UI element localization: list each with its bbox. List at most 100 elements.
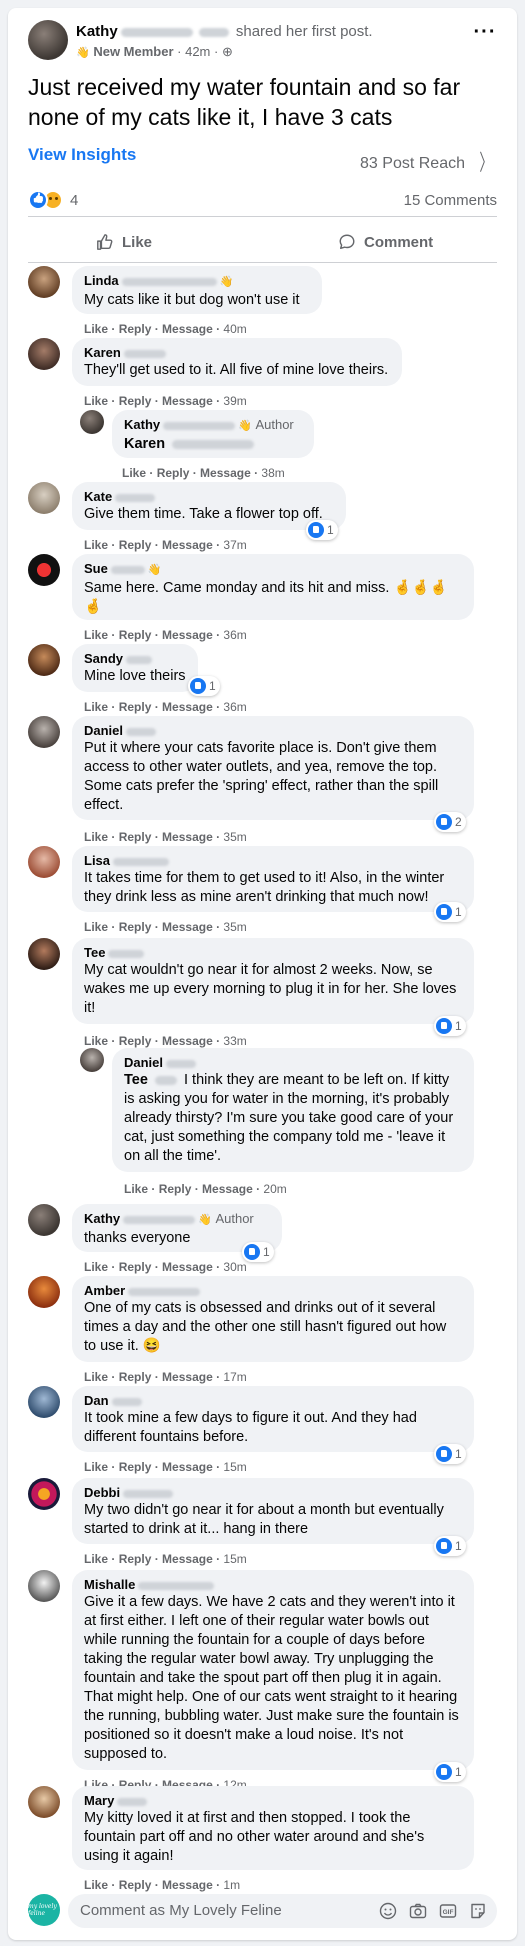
like-link[interactable]: Like	[84, 1552, 108, 1566]
reply-link[interactable]: Reply	[119, 920, 152, 934]
comment-time[interactable]: 30m	[223, 1260, 246, 1274]
comment-time[interactable]: 1m	[223, 1878, 240, 1892]
comment-reaction[interactable]: 1	[434, 902, 466, 922]
like-link[interactable]: Like	[84, 1370, 108, 1384]
comment-time[interactable]: 20m	[263, 1182, 286, 1196]
comment-time[interactable]: 15m	[223, 1552, 246, 1566]
gif-icon[interactable]: GIF	[439, 1902, 457, 1920]
reply-link[interactable]: Reply	[119, 700, 152, 714]
reply-link[interactable]: Reply	[119, 1034, 152, 1048]
comment-time[interactable]: 39m	[223, 394, 246, 408]
like-link[interactable]: Like	[84, 322, 108, 336]
message-link[interactable]: Message	[162, 920, 213, 934]
commenter-name[interactable]: Kathy	[84, 1211, 120, 1226]
comment-time[interactable]: 36m	[223, 700, 246, 714]
commenter-name[interactable]: Daniel	[124, 1055, 163, 1070]
commenter-name[interactable]: Dan	[84, 1393, 109, 1408]
reply-link[interactable]: Reply	[119, 394, 152, 408]
message-link[interactable]: Message	[162, 394, 213, 408]
view-insights-link[interactable]: View Insights	[28, 145, 136, 165]
comment-reaction[interactable]: 2	[434, 812, 466, 832]
message-link[interactable]: Message	[162, 700, 213, 714]
reply-link[interactable]: Reply	[119, 830, 152, 844]
reply-link[interactable]: Reply	[119, 1370, 152, 1384]
comment-time[interactable]: 15m	[223, 1460, 246, 1474]
avatar[interactable]	[28, 482, 60, 514]
avatar[interactable]	[28, 846, 60, 878]
commenter-name[interactable]: Daniel	[84, 723, 123, 738]
comment-time[interactable]: 35m	[223, 920, 246, 934]
comment-time[interactable]: 17m	[223, 1370, 246, 1384]
like-link[interactable]: Like	[84, 1878, 108, 1892]
like-link[interactable]: Like	[84, 830, 108, 844]
avatar[interactable]	[28, 1478, 60, 1510]
reply-link[interactable]: Reply	[119, 538, 152, 552]
mention[interactable]: Karen	[124, 436, 165, 452]
avatar[interactable]	[28, 20, 68, 60]
commenter-name[interactable]: Kathy	[124, 417, 160, 432]
message-link[interactable]: Message	[202, 1182, 253, 1196]
message-link[interactable]: Message	[200, 466, 251, 480]
comment-reaction[interactable]: 1	[434, 1762, 466, 1782]
message-link[interactable]: Message	[162, 1878, 213, 1892]
commenter-name[interactable]: Tee	[84, 945, 105, 960]
avatar[interactable]	[28, 716, 60, 748]
comment-time[interactable]: 37m	[223, 538, 246, 552]
commenter-name[interactable]: Debbi	[84, 1485, 120, 1500]
comment-reaction[interactable]: 1	[434, 1016, 466, 1036]
avatar[interactable]	[28, 1570, 60, 1602]
message-link[interactable]: Message	[162, 1370, 213, 1384]
like-link[interactable]: Like	[84, 394, 108, 408]
comment-time[interactable]: 33m	[223, 1034, 246, 1048]
reply-link[interactable]: Reply	[119, 1878, 152, 1892]
avatar[interactable]	[80, 1048, 104, 1072]
like-link[interactable]: Like	[84, 920, 108, 934]
sticker-icon[interactable]	[469, 1902, 487, 1920]
message-link[interactable]: Message	[162, 1034, 213, 1048]
avatar[interactable]: my lovely feline	[28, 1894, 60, 1926]
commenter-name[interactable]: Kate	[84, 489, 112, 504]
avatar[interactable]	[28, 266, 60, 298]
avatar[interactable]	[28, 1204, 60, 1236]
like-link[interactable]: Like	[124, 1182, 148, 1196]
comments-count[interactable]: 15 Comments	[404, 192, 497, 209]
reply-link[interactable]: Reply	[119, 322, 152, 336]
message-link[interactable]: Message	[162, 830, 213, 844]
reply-link[interactable]: Reply	[119, 1460, 152, 1474]
commenter-name[interactable]: Mary	[84, 1793, 114, 1808]
reply-link[interactable]: Reply	[119, 1552, 152, 1566]
reply-link[interactable]: Reply	[159, 1182, 192, 1196]
post-time[interactable]: 42m	[185, 44, 210, 59]
message-link[interactable]: Message	[162, 1460, 213, 1474]
comment-reaction[interactable]: 1	[434, 1444, 466, 1464]
mention[interactable]: Tee	[124, 1072, 148, 1088]
reply-link[interactable]: Reply	[119, 628, 152, 642]
comment-reaction[interactable]: 1	[434, 1536, 466, 1556]
comment-time[interactable]: 38m	[261, 466, 284, 480]
avatar[interactable]	[28, 554, 60, 586]
comment-reaction[interactable]: 1	[306, 520, 338, 540]
avatar[interactable]	[28, 1276, 60, 1308]
comment-reaction[interactable]: 1	[188, 676, 220, 696]
comment-time[interactable]: 36m	[223, 628, 246, 642]
avatar[interactable]	[28, 338, 60, 370]
avatar[interactable]	[80, 410, 104, 434]
message-link[interactable]: Message	[162, 1260, 213, 1274]
message-link[interactable]: Message	[162, 1552, 213, 1566]
like-link[interactable]: Like	[84, 700, 108, 714]
like-link[interactable]: Like	[122, 466, 146, 480]
message-link[interactable]: Message	[162, 322, 213, 336]
like-link[interactable]: Like	[84, 1460, 108, 1474]
avatar[interactable]	[28, 644, 60, 676]
avatar[interactable]	[28, 1786, 60, 1818]
message-link[interactable]: Message	[162, 538, 213, 552]
commenter-name[interactable]: Linda	[84, 273, 119, 288]
avatar[interactable]	[28, 938, 60, 970]
commenter-name[interactable]: Lisa	[84, 853, 110, 868]
more-options-icon[interactable]: ···	[473, 22, 497, 46]
like-link[interactable]: Like	[84, 1260, 108, 1274]
like-button[interactable]: Like	[96, 224, 152, 260]
post-reach[interactable]: 83 Post Reach 〉	[360, 145, 497, 177]
commenter-name[interactable]: Sue	[84, 561, 108, 576]
like-link[interactable]: Like	[84, 1034, 108, 1048]
